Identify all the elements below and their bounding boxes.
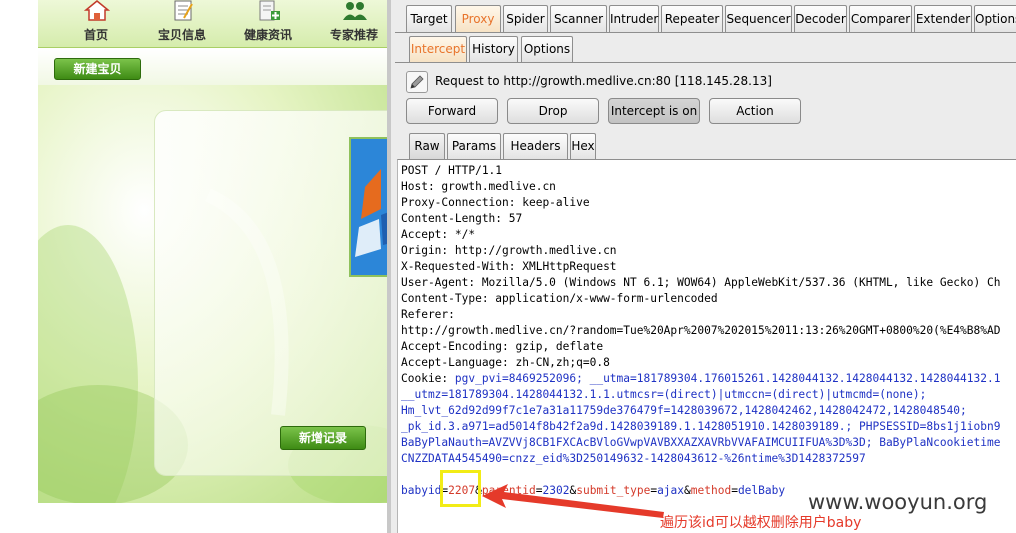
tab-options[interactable]: Options — [974, 5, 1016, 33]
tab-extender[interactable]: Extender — [914, 5, 972, 33]
cookie-label: Cookie: — [401, 372, 455, 385]
red-arrow-icon — [482, 484, 664, 518]
nav-item-home[interactable]: 首页 — [61, 0, 131, 48]
cookie-line: _pk_id.3.a971=ad5014f8b42f2a9d.142803918… — [401, 419, 1000, 435]
tab-target[interactable]: Target — [406, 5, 452, 33]
forward-button[interactable]: Forward — [406, 98, 498, 124]
watermark-text: www.wooyun.org — [808, 490, 988, 514]
edit-pencil-icon[interactable] — [406, 71, 428, 93]
request-header-line: Host: growth.medlive.cn — [401, 180, 556, 193]
viewtab-hex[interactable]: Hex — [570, 133, 596, 159]
request-header-line: User-Agent: Mozilla/5.0 (Windows NT 6.1;… — [401, 276, 1001, 289]
new-baby-button[interactable]: 新建宝贝 — [54, 58, 141, 80]
cookie-value: pgv_pvi=8469252096; __utma=181789304.176… — [454, 372, 1001, 385]
viewtab-raw[interactable]: Raw — [409, 133, 445, 159]
tab-decoder[interactable]: Decoder — [794, 5, 847, 33]
subtab-options[interactable]: Options — [521, 36, 573, 62]
cookie-value: CNZZDATA4545490=cnzz_eid%3D250149632-142… — [401, 452, 866, 465]
annotation-text: 遍历该id可以越权删除用户baby — [660, 515, 862, 531]
tab-sequencer[interactable]: Sequencer — [725, 5, 792, 33]
param-key-babyid: babyid — [401, 484, 442, 497]
request-header-line: Content-Type: application/x-www-form-url… — [401, 292, 718, 305]
viewtab-headers[interactable]: Headers — [503, 133, 568, 159]
action-button[interactable]: Action — [709, 98, 801, 124]
main-tab-divider — [395, 32, 1016, 33]
request-header-line: Accept-Encoding: gzip, deflate — [401, 340, 604, 353]
add-record-button[interactable]: 新增记录 — [280, 426, 366, 450]
windows-logo-icon — [351, 139, 392, 275]
cookie-value: _pk_id.3.a971=ad5014f8b42f2a9d.142803918… — [401, 420, 1001, 433]
nav-item-baby-info[interactable]: 宝贝信息 — [147, 0, 217, 48]
request-header-line: Accept: */* — [401, 228, 476, 241]
param-value-method: delBaby — [737, 484, 786, 497]
request-target-text: Request to http://growth.medlive.cn:80 [… — [435, 74, 772, 88]
tab-spider[interactable]: Spider — [503, 5, 548, 33]
request-header-line: POST / HTTP/1.1 — [401, 164, 503, 177]
nav-item-health-news[interactable]: 健康资讯 — [233, 0, 303, 48]
request-header-line: Referer: — [401, 308, 455, 321]
experts-icon — [343, 2, 367, 20]
website-window: 首页 宝贝信息 健康资讯 专家推荐 新建宝贝 新增记录 — [0, 0, 392, 533]
subtab-intercept[interactable]: Intercept — [409, 36, 467, 62]
banner-image — [349, 137, 392, 277]
health-news-icon — [259, 0, 280, 21]
home-icon — [84, 0, 110, 21]
website-footer — [38, 503, 392, 533]
request-header-line: Proxy-Connection: keep-alive — [401, 196, 590, 209]
notepad-icon — [174, 0, 193, 21]
babyid-highlight-box — [440, 470, 481, 507]
cookie-line: Hm_lvt_62d92d99f7c1e7a31a11759de376479f=… — [401, 403, 967, 419]
drop-button[interactable]: Drop — [507, 98, 599, 124]
cookie-line: Cookie: pgv_pvi=8469252096; __utma=18178… — [401, 371, 1000, 387]
cookie-value: BaByPlaNauth=AVZVVj8CB1FXCAcBVloGVwpVAVB… — [401, 436, 1001, 449]
request-header-line: Content-Length: 57 — [401, 212, 523, 225]
sub-tab-divider — [395, 62, 1016, 63]
nav-label: 宝贝信息 — [157, 28, 206, 42]
request-header-line: Origin: http://growth.medlive.cn — [401, 244, 617, 257]
screenshot-stage: 首页 宝贝信息 健康资讯 专家推荐 新建宝贝 新增记录 Target Proxy… — [0, 0, 1016, 533]
tab-intruder[interactable]: Intruder — [609, 5, 659, 33]
subtab-history[interactable]: History — [469, 36, 518, 62]
tab-repeater[interactable]: Repeater — [661, 5, 723, 33]
burp-suite-window: Target Proxy Spider Scanner Intruder Repeater… — [387, 0, 1016, 533]
param-key-method: method — [690, 484, 732, 497]
cookie-value: __utmz=181789304.1428044132.1.1.utmcsr=(… — [401, 388, 927, 401]
website-toolbar: 新建宝贝 — [38, 49, 392, 85]
request-header-line: Accept-Language: zh-CN,zh;q=0.8 — [401, 356, 610, 369]
nav-label: 健康资讯 — [243, 28, 292, 42]
nav-item-experts[interactable]: 专家推荐 — [319, 0, 389, 48]
tab-proxy[interactable]: Proxy — [455, 5, 501, 33]
param-separator: & — [684, 484, 691, 497]
request-info-bar: Request to http://growth.medlive.cn:80 [… — [406, 70, 1006, 94]
cookie-line: BaByPlaNauth=AVZVVj8CB1FXCAcBVloGVwpVAVB… — [401, 435, 1000, 451]
nav-label: 专家推荐 — [329, 28, 378, 42]
cookie-value: Hm_lvt_62d92d99f7c1e7a31a11759de376479f=… — [401, 404, 967, 417]
nav-label: 首页 — [83, 28, 108, 42]
cookie-line: __utmz=181789304.1428044132.1.1.utmcsr=(… — [401, 387, 926, 403]
param-equals: = — [731, 484, 738, 497]
cookie-line: CNZZDATA4545490=cnzz_eid%3D250149632-142… — [401, 451, 866, 467]
request-editor[interactable]: POST / HTTP/1.1 Host: growth.medlive.cn Pr… — [397, 159, 1016, 533]
website-top-nav: 首页 宝贝信息 健康资讯 专家推荐 — [38, 0, 392, 48]
tab-scanner[interactable]: Scanner — [550, 5, 607, 33]
tab-comparer[interactable]: Comparer — [849, 5, 912, 33]
website-content-area: 新增记录 — [38, 85, 392, 503]
viewtab-params[interactable]: Params — [447, 133, 501, 159]
intercept-toggle-button[interactable]: Intercept is on — [608, 98, 700, 124]
request-header-line: http://growth.medlive.cn/?random=Tue%20A… — [401, 324, 1001, 337]
request-header-line: X-Requested-With: XMLHttpRequest — [401, 260, 617, 273]
